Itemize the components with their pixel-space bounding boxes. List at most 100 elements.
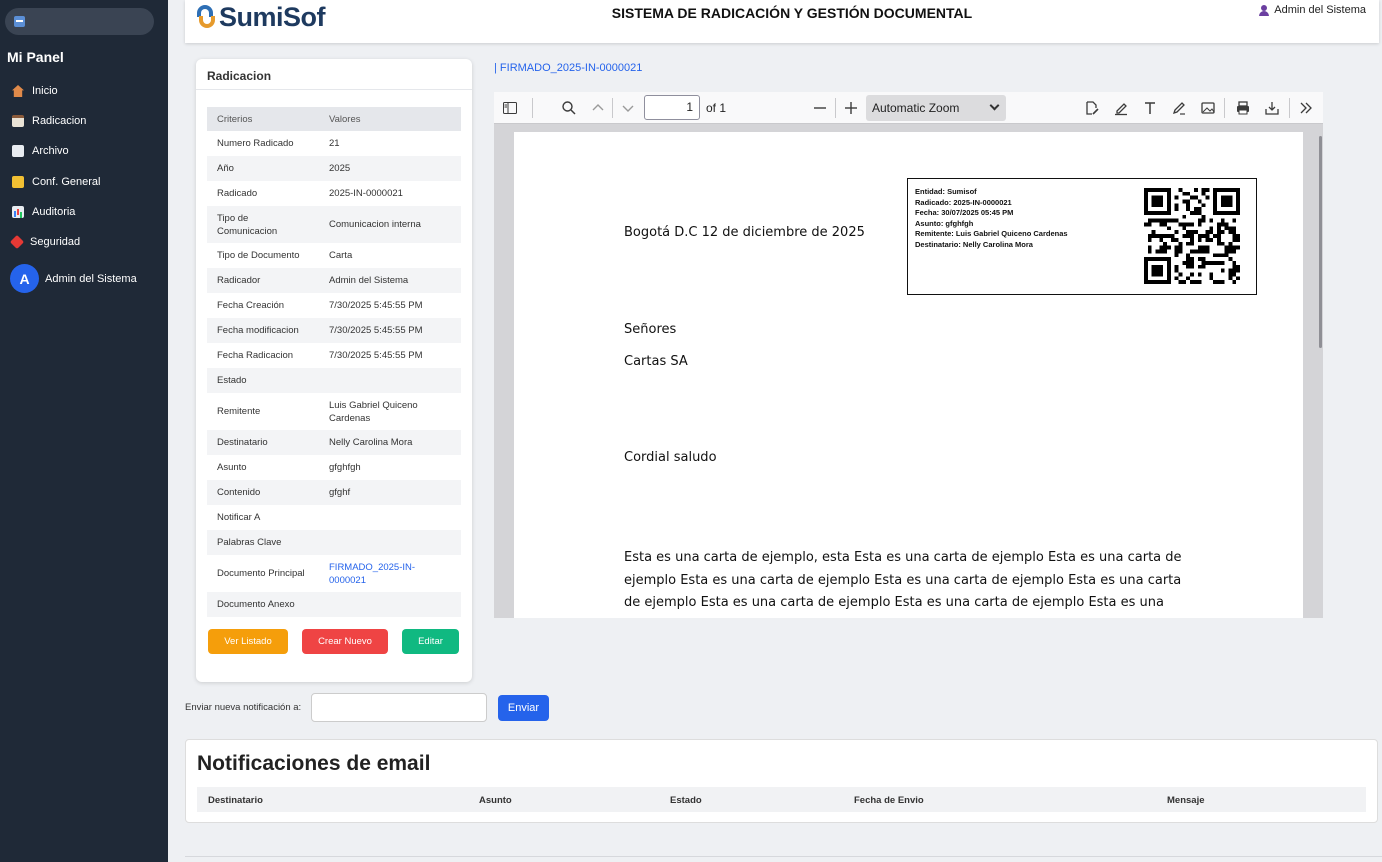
sidebar-user[interactable]: A Admin del Sistema bbox=[10, 264, 137, 293]
table-row: Contenido gfghf bbox=[207, 480, 461, 505]
valor-cell: gfghfgh bbox=[329, 462, 361, 473]
sidebar-item-auditoria[interactable]: Auditoria bbox=[12, 201, 75, 223]
table-row: Asunto gfghfgh bbox=[207, 455, 461, 480]
criterio-cell: Remitente bbox=[217, 406, 261, 417]
criterio-cell: Fecha Radicacion bbox=[217, 350, 294, 361]
sidebar: Mi Panel Inicio Radicacion Archivo Conf.… bbox=[0, 0, 168, 862]
sidebar-item-radicacion[interactable]: Radicacion bbox=[12, 110, 86, 132]
print-icon[interactable] bbox=[1235, 100, 1251, 116]
table-row: Destinatario Nelly Carolina Mora bbox=[207, 430, 461, 455]
table-row: Palabras Clave bbox=[207, 530, 461, 555]
chevron-down-icon[interactable] bbox=[620, 100, 636, 116]
valor-cell: 2025 bbox=[319, 156, 461, 181]
zoom-in-icon[interactable] bbox=[843, 100, 859, 116]
valor-cell: 21 bbox=[329, 138, 340, 149]
search-icon[interactable] bbox=[561, 100, 577, 116]
app-title: SISTEMA DE RADICACIÓN Y GESTIÓN DOCUMENT… bbox=[611, 5, 973, 21]
edit-signature-icon[interactable] bbox=[1084, 100, 1100, 116]
valor-cell: 7/30/2025 5:45:55 PM bbox=[329, 350, 423, 361]
valor-cell[interactable]: FIRMADO_2025-IN-0000021 bbox=[319, 555, 461, 592]
scrollbar[interactable] bbox=[1319, 136, 1322, 348]
table-row: Fecha Radicacion 7/30/2025 5:45:55 PM bbox=[207, 343, 461, 368]
ver-listado-button[interactable]: Ver Listado bbox=[208, 629, 288, 654]
arrow-left-icon bbox=[14, 16, 25, 27]
highlight-icon[interactable] bbox=[1113, 100, 1129, 116]
header-user-name: Admin del Sistema bbox=[1274, 4, 1366, 16]
table-row: Año 2025 bbox=[207, 156, 461, 181]
criterio-cell: Radicador bbox=[207, 268, 319, 293]
email-section-title: Notificaciones de email bbox=[197, 752, 431, 775]
sidebar-item-inicio[interactable]: Inicio bbox=[12, 80, 58, 102]
stamp-text: Entidad: Sumisof Radicado: 2025-IN-00000… bbox=[915, 187, 1068, 251]
sidebar-item-label: Auditoria bbox=[32, 206, 76, 218]
column-header: Fecha de Envio bbox=[854, 795, 924, 806]
table-row: Radicador Admin del Sistema bbox=[207, 268, 461, 293]
user-icon bbox=[1259, 4, 1270, 16]
sidebar-item-archivo[interactable]: Archivo bbox=[12, 140, 69, 162]
zoom-select[interactable]: Automatic Zoom bbox=[866, 95, 1006, 121]
stamp-line: Fecha: 30/07/2025 05:45 PM bbox=[915, 208, 1014, 218]
document-link[interactable]: | FIRMADO_2025-IN-0000021 bbox=[494, 62, 642, 74]
letter-greeting: Cordial saludo bbox=[624, 450, 717, 465]
more-tools-icon[interactable] bbox=[1298, 100, 1314, 116]
valor-cell bbox=[319, 592, 461, 617]
draw-icon[interactable] bbox=[1171, 100, 1187, 116]
criterio-cell: Fecha modificacion bbox=[207, 318, 319, 343]
zoom-value: Automatic Zoom bbox=[872, 101, 960, 115]
valor-cell bbox=[319, 505, 461, 530]
criterio-cell: Documento Anexo bbox=[207, 592, 319, 617]
sidebar-item-label: Seguridad bbox=[30, 236, 81, 248]
toolbar-divider bbox=[835, 98, 836, 118]
toolbar-divider bbox=[1289, 98, 1290, 118]
qr-code-icon bbox=[1144, 188, 1240, 284]
divider bbox=[185, 856, 1382, 857]
criterio-cell: Tipo de Comunicacion bbox=[207, 206, 319, 243]
table-row: Estado bbox=[207, 368, 461, 393]
table-row: Fecha modificacion 7/30/2025 5:45:55 PM bbox=[207, 318, 461, 343]
download-icon[interactable] bbox=[1264, 100, 1280, 116]
page-total: of 1 bbox=[706, 101, 727, 115]
image-icon[interactable] bbox=[1200, 100, 1216, 116]
stamp-line: Destinatario: Nelly Carolina Mora bbox=[915, 239, 1033, 249]
notification-email-input[interactable] bbox=[311, 693, 487, 722]
avatar: A bbox=[10, 264, 39, 293]
criterio-cell: Tipo de Documento bbox=[217, 250, 300, 261]
text-icon[interactable] bbox=[1142, 100, 1158, 116]
valor-cell: Nelly Carolina Mora bbox=[319, 430, 461, 455]
sidebar-item-conf-general[interactable]: Conf. General bbox=[12, 171, 100, 193]
pin-icon bbox=[9, 234, 25, 250]
chevron-down-icon bbox=[989, 100, 1000, 111]
criterio-cell: Radicado bbox=[217, 188, 258, 199]
table-row: Tipo de Documento Carta bbox=[207, 243, 461, 268]
crear-nuevo-button[interactable]: Crear Nuevo bbox=[302, 629, 388, 654]
sidebar-toggle-icon[interactable] bbox=[502, 100, 518, 116]
pdf-toolbar: 1 of 1 Automatic Zoom bbox=[494, 92, 1323, 124]
chevron-up-icon[interactable] bbox=[590, 100, 606, 116]
table-header-row: Criterios Valores bbox=[207, 107, 461, 131]
criterio-cell: Año bbox=[207, 156, 319, 181]
stamp-line: Asunto: gfghfgh bbox=[915, 218, 974, 228]
enviar-button[interactable]: Enviar bbox=[498, 695, 549, 721]
sidebar-item-seguridad[interactable]: Seguridad bbox=[9, 231, 81, 253]
email-table-header: Destinatario Asunto Estado Fecha de Envi… bbox=[197, 787, 1366, 812]
editar-button[interactable]: Editar bbox=[402, 629, 459, 654]
valor-cell: Luis Gabriel Quiceno Cardenas bbox=[329, 399, 418, 424]
column-header: Asunto bbox=[479, 795, 512, 806]
criterio-cell: Numero Radicado bbox=[217, 138, 294, 149]
column-header: Destinatario bbox=[208, 795, 263, 806]
page-number-input[interactable]: 1 bbox=[644, 95, 700, 120]
header: SumiSof SISTEMA DE RADICACIÓN Y GESTIÓN … bbox=[185, 0, 1379, 43]
valor-cell: 7/30/2025 5:45:55 PM bbox=[329, 300, 423, 311]
sidebar-item-label: Radicacion bbox=[32, 115, 87, 127]
header-user[interactable]: Admin del Sistema bbox=[1259, 4, 1366, 16]
clipboard-icon bbox=[12, 115, 24, 127]
toolbar-divider bbox=[532, 98, 533, 118]
valor-cell bbox=[319, 368, 461, 393]
sidebar-collapse-button[interactable] bbox=[5, 8, 154, 35]
letter-body: Esta es una carta de ejemplo, esta Esta … bbox=[624, 550, 1182, 618]
notification-label: Enviar nueva notificación a: bbox=[185, 702, 302, 713]
criterio-cell: Documento Principal bbox=[217, 568, 305, 579]
zoom-out-icon[interactable] bbox=[812, 100, 828, 116]
criterio-cell: Asunto bbox=[217, 462, 247, 473]
criterio-cell: Estado bbox=[207, 368, 319, 393]
